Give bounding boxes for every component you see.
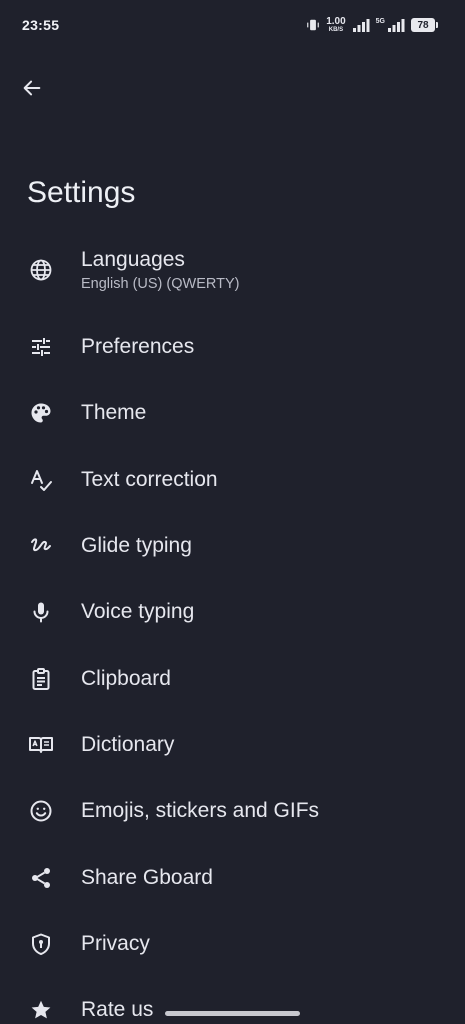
home-indicator[interactable]	[165, 1011, 300, 1016]
signal-icon-2	[387, 18, 405, 32]
screen: 23:55 1.00 KB/S 5G 78 Settings Languages…	[0, 0, 465, 1024]
settings-item-label: Dictionary	[81, 732, 175, 756]
settings-item-text: Languages English (US) (QWERTY)	[81, 248, 239, 292]
settings-item-text: Share Gboard	[81, 866, 213, 890]
settings-list: Languages English (US) (QWERTY) Preferen…	[0, 226, 465, 1024]
settings-item-emojis[interactable]: Emojis, stickers and GIFs	[0, 778, 465, 844]
page-title: Settings	[27, 176, 136, 209]
settings-item-theme[interactable]: Theme	[0, 380, 465, 446]
settings-item-label: Languages	[81, 248, 185, 271]
book-icon	[28, 732, 54, 758]
settings-item-share-gboard[interactable]: Share Gboard	[0, 844, 465, 910]
status-icons: 1.00 KB/S 5G 78	[306, 16, 438, 34]
settings-item-text: Preferences	[81, 335, 194, 359]
settings-item-subtitle: English (US) (QWERTY)	[81, 276, 240, 292]
back-button[interactable]	[14, 70, 50, 106]
network-speed-value: 1.00	[326, 16, 346, 27]
smiley-icon	[28, 798, 54, 824]
globe-icon	[28, 257, 54, 283]
settings-item-text-correction[interactable]: Text correction	[0, 447, 465, 513]
shield-icon	[28, 931, 54, 957]
network-speed: 1.00 KB/S	[326, 16, 346, 34]
microphone-icon	[28, 599, 54, 625]
settings-item-languages[interactable]: Languages English (US) (QWERTY)	[0, 226, 465, 314]
settings-item-label: Text correction	[81, 467, 218, 491]
share-icon	[28, 865, 54, 891]
settings-item-text: Rate us	[81, 998, 153, 1022]
spellcheck-icon	[28, 467, 54, 493]
settings-item-label: Clipboard	[81, 666, 171, 690]
settings-item-text: Privacy	[81, 932, 150, 956]
settings-item-text: Text correction	[81, 468, 218, 492]
settings-item-preferences[interactable]: Preferences	[0, 314, 465, 380]
battery-indicator: 78	[411, 18, 438, 32]
settings-item-label: Theme	[81, 401, 147, 425]
network-speed-unit: KB/S	[328, 27, 344, 33]
settings-item-dictionary[interactable]: Dictionary	[0, 712, 465, 778]
settings-item-text: Clipboard	[81, 667, 171, 691]
settings-item-label: Privacy	[81, 931, 150, 955]
arrow-back-icon	[21, 77, 43, 99]
settings-item-text: Glide typing	[81, 534, 192, 558]
settings-item-label: Glide typing	[81, 534, 192, 558]
settings-item-text: Dictionary	[81, 733, 174, 757]
settings-item-label: Preferences	[81, 335, 195, 359]
settings-item-voice-typing[interactable]: Voice typing	[0, 579, 465, 645]
settings-item-label: Share Gboard	[81, 865, 213, 889]
clipboard-icon	[28, 666, 54, 692]
palette-icon	[28, 400, 54, 426]
status-bar: 23:55 1.00 KB/S 5G 78	[0, 0, 465, 50]
tune-sliders-icon	[28, 334, 54, 360]
settings-item-text: Theme	[81, 401, 146, 425]
settings-item-glide-typing[interactable]: Glide typing	[0, 513, 465, 579]
star-icon	[28, 997, 54, 1023]
settings-item-label: Emojis, stickers and GIFs	[81, 799, 320, 823]
settings-item-clipboard[interactable]: Clipboard	[0, 645, 465, 711]
settings-item-privacy[interactable]: Privacy	[0, 911, 465, 977]
signal-icon	[352, 18, 370, 32]
settings-item-text: Emojis, stickers and GIFs	[81, 799, 319, 823]
settings-item-label: Voice typing	[81, 600, 195, 624]
settings-item-text: Voice typing	[81, 600, 194, 624]
gesture-icon	[28, 533, 54, 559]
settings-item-label: Rate us	[81, 998, 154, 1022]
signal-tag: 5G	[375, 17, 385, 25]
vibrate-icon	[306, 18, 320, 32]
settings-item-rate-us[interactable]: Rate us	[0, 977, 465, 1024]
status-time: 23:55	[22, 17, 60, 33]
